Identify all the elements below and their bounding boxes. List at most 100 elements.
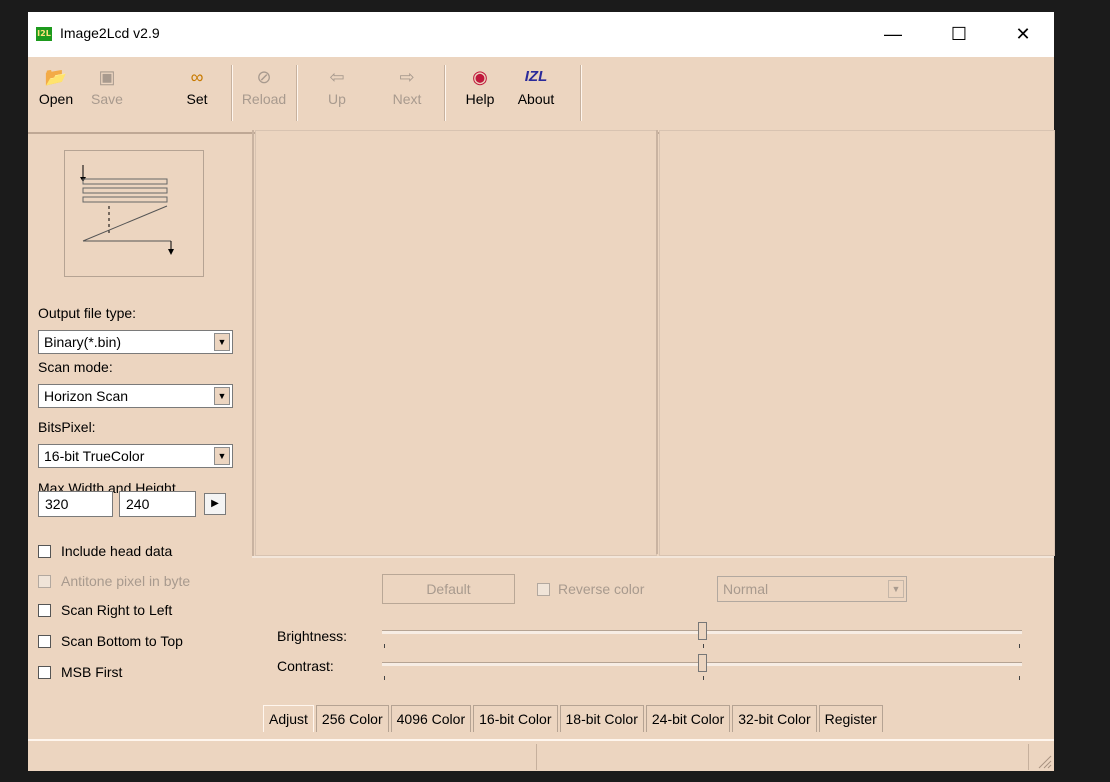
msb-first-label: MSB First: [61, 664, 123, 680]
maximize-button[interactable]: ☐: [936, 12, 982, 57]
toolbar: 📂 Open ▣ Save ∞ Set ⊘ Reload ⇦ Up ⇨ Next…: [28, 57, 1054, 134]
antitone-pixel-label: Antitone pixel in byte: [61, 573, 191, 589]
help-button[interactable]: ◉ Help: [456, 65, 504, 107]
resize-grip-icon[interactable]: [1036, 753, 1052, 769]
next-button[interactable]: ⇨ Next: [383, 65, 431, 107]
scan-mode-preview: [64, 150, 204, 277]
scan-mode-select[interactable]: Horizon Scan ▼: [38, 384, 233, 408]
next-icon: ⇨: [399, 67, 415, 87]
up-button[interactable]: ⇦ Up: [313, 65, 361, 107]
tab-24-bit-color[interactable]: 24-bit Color: [645, 705, 731, 732]
app-logo-icon: I2L: [36, 27, 52, 41]
contrast-thumb[interactable]: [698, 654, 707, 672]
help-icon: ◉: [472, 67, 488, 87]
checkbox-box[interactable]: [38, 544, 51, 558]
max-height-input[interactable]: 240: [119, 491, 196, 517]
slider-tick: [1019, 676, 1020, 680]
bits-pixel-value: 16-bit TrueColor: [44, 448, 145, 464]
max-width-input[interactable]: 320: [38, 491, 113, 517]
color-mode-value: Normal: [723, 581, 769, 597]
title-bar: I2L Image2Lcd v2.9 — ☐ ✕: [28, 12, 1054, 57]
chevron-down-icon[interactable]: ▼: [214, 387, 230, 405]
scan-bottom-to-top-checkbox[interactable]: Scan Bottom to Top: [38, 631, 183, 651]
reverse-color-checkbox[interactable]: Reverse color: [537, 581, 644, 597]
scan-bottom-to-top-label: Scan Bottom to Top: [61, 633, 183, 649]
open-button[interactable]: 📂 Open: [32, 65, 80, 107]
up-icon: ⇦: [329, 67, 345, 87]
set-button[interactable]: ∞ Set: [173, 65, 221, 107]
toolbar-separator: [580, 65, 582, 121]
output-file-type-select[interactable]: Binary(*.bin) ▼: [38, 330, 233, 354]
save-button[interactable]: ▣ Save: [83, 65, 131, 107]
app-window: I2L Image2Lcd v2.9 — ☐ ✕ 📂 Open ▣ Save ∞…: [28, 12, 1055, 771]
output-file-type-value: Binary(*.bin): [44, 334, 122, 350]
reload-icon: ⊘: [256, 67, 272, 87]
tab-16-bit-color[interactable]: 16-bit Color: [473, 705, 558, 732]
status-separator: [536, 744, 537, 770]
scan-right-to-left-checkbox[interactable]: Scan Right to Left: [38, 600, 172, 620]
toolbar-separator: [444, 65, 446, 121]
about-icon: IZL: [524, 68, 548, 85]
tab-256-color[interactable]: 256 Color: [315, 705, 389, 732]
save-icon: ▣: [98, 67, 116, 87]
set-label: Set: [186, 91, 208, 107]
toolbar-separator: [296, 65, 298, 121]
next-label: Next: [392, 91, 422, 107]
slider-tick: [384, 676, 385, 680]
tab-strip: Adjust 256 Color 4096 Color 16-bit Color…: [263, 705, 885, 733]
tab-4096-color[interactable]: 4096 Color: [390, 705, 472, 732]
about-button[interactable]: IZL About: [512, 65, 560, 107]
chevron-down-icon[interactable]: ▼: [214, 333, 230, 351]
source-image-panel: [255, 130, 657, 556]
set-icon: ∞: [190, 67, 204, 87]
bits-pixel-label: BitsPixel:: [38, 419, 96, 435]
msb-first-checkbox[interactable]: MSB First: [38, 662, 122, 682]
scan-mode-value: Horizon Scan: [44, 388, 129, 404]
status-bar: [28, 739, 1054, 771]
contrast-label: Contrast:: [277, 658, 334, 674]
scan-right-to-left-label: Scan Right to Left: [61, 602, 173, 618]
save-label: Save: [91, 91, 123, 107]
window-title: Image2Lcd v2.9: [60, 25, 160, 41]
close-button[interactable]: ✕: [1000, 12, 1046, 57]
tab-32-bit-color[interactable]: 32-bit Color: [732, 705, 817, 732]
checkbox-box[interactable]: [537, 582, 550, 596]
open-label: Open: [38, 91, 74, 107]
default-button[interactable]: Default: [382, 574, 515, 604]
reload-button[interactable]: ⊘ Reload: [240, 65, 288, 107]
slider-tick: [384, 644, 385, 648]
include-head-data-label: Include head data: [61, 543, 173, 559]
scan-mode-label: Scan mode:: [38, 359, 113, 375]
status-separator: [1028, 744, 1029, 770]
brightness-thumb[interactable]: [698, 622, 707, 640]
about-label: About: [517, 91, 555, 107]
slider-tick: [703, 676, 704, 680]
scan-direction-diagram: [80, 165, 174, 255]
brightness-label: Brightness:: [277, 628, 348, 644]
color-mode-select[interactable]: Normal ▼: [717, 576, 907, 602]
checkbox-box[interactable]: [38, 603, 51, 617]
chevron-down-icon[interactable]: ▼: [214, 447, 230, 465]
help-label: Help: [465, 91, 495, 107]
antitone-pixel-checkbox[interactable]: Antitone pixel in byte: [38, 571, 190, 591]
checkbox-box[interactable]: [38, 665, 51, 679]
tab-18-bit-color[interactable]: 18-bit Color: [559, 705, 644, 732]
tab-adjust[interactable]: Adjust: [263, 705, 314, 732]
reload-label: Reload: [241, 91, 287, 107]
checkbox-box[interactable]: [38, 634, 51, 648]
up-label: Up: [328, 91, 346, 107]
preview-divider: [656, 130, 658, 554]
checkbox-box[interactable]: [38, 574, 51, 588]
apply-size-button[interactable]: ▶: [204, 493, 226, 515]
slider-tick: [1019, 644, 1020, 648]
tab-register[interactable]: Register: [818, 705, 883, 732]
chevron-down-icon[interactable]: ▼: [888, 580, 904, 598]
bits-pixel-select[interactable]: 16-bit TrueColor ▼: [38, 444, 233, 468]
toolbar-separator: [231, 65, 233, 121]
open-icon: 📂: [44, 67, 68, 87]
slider-tick: [703, 644, 704, 648]
minimize-button[interactable]: —: [870, 12, 916, 57]
output-preview-panel: [659, 130, 1055, 556]
reverse-color-label: Reverse color: [558, 581, 645, 597]
include-head-data-checkbox[interactable]: Include head data: [38, 541, 172, 561]
